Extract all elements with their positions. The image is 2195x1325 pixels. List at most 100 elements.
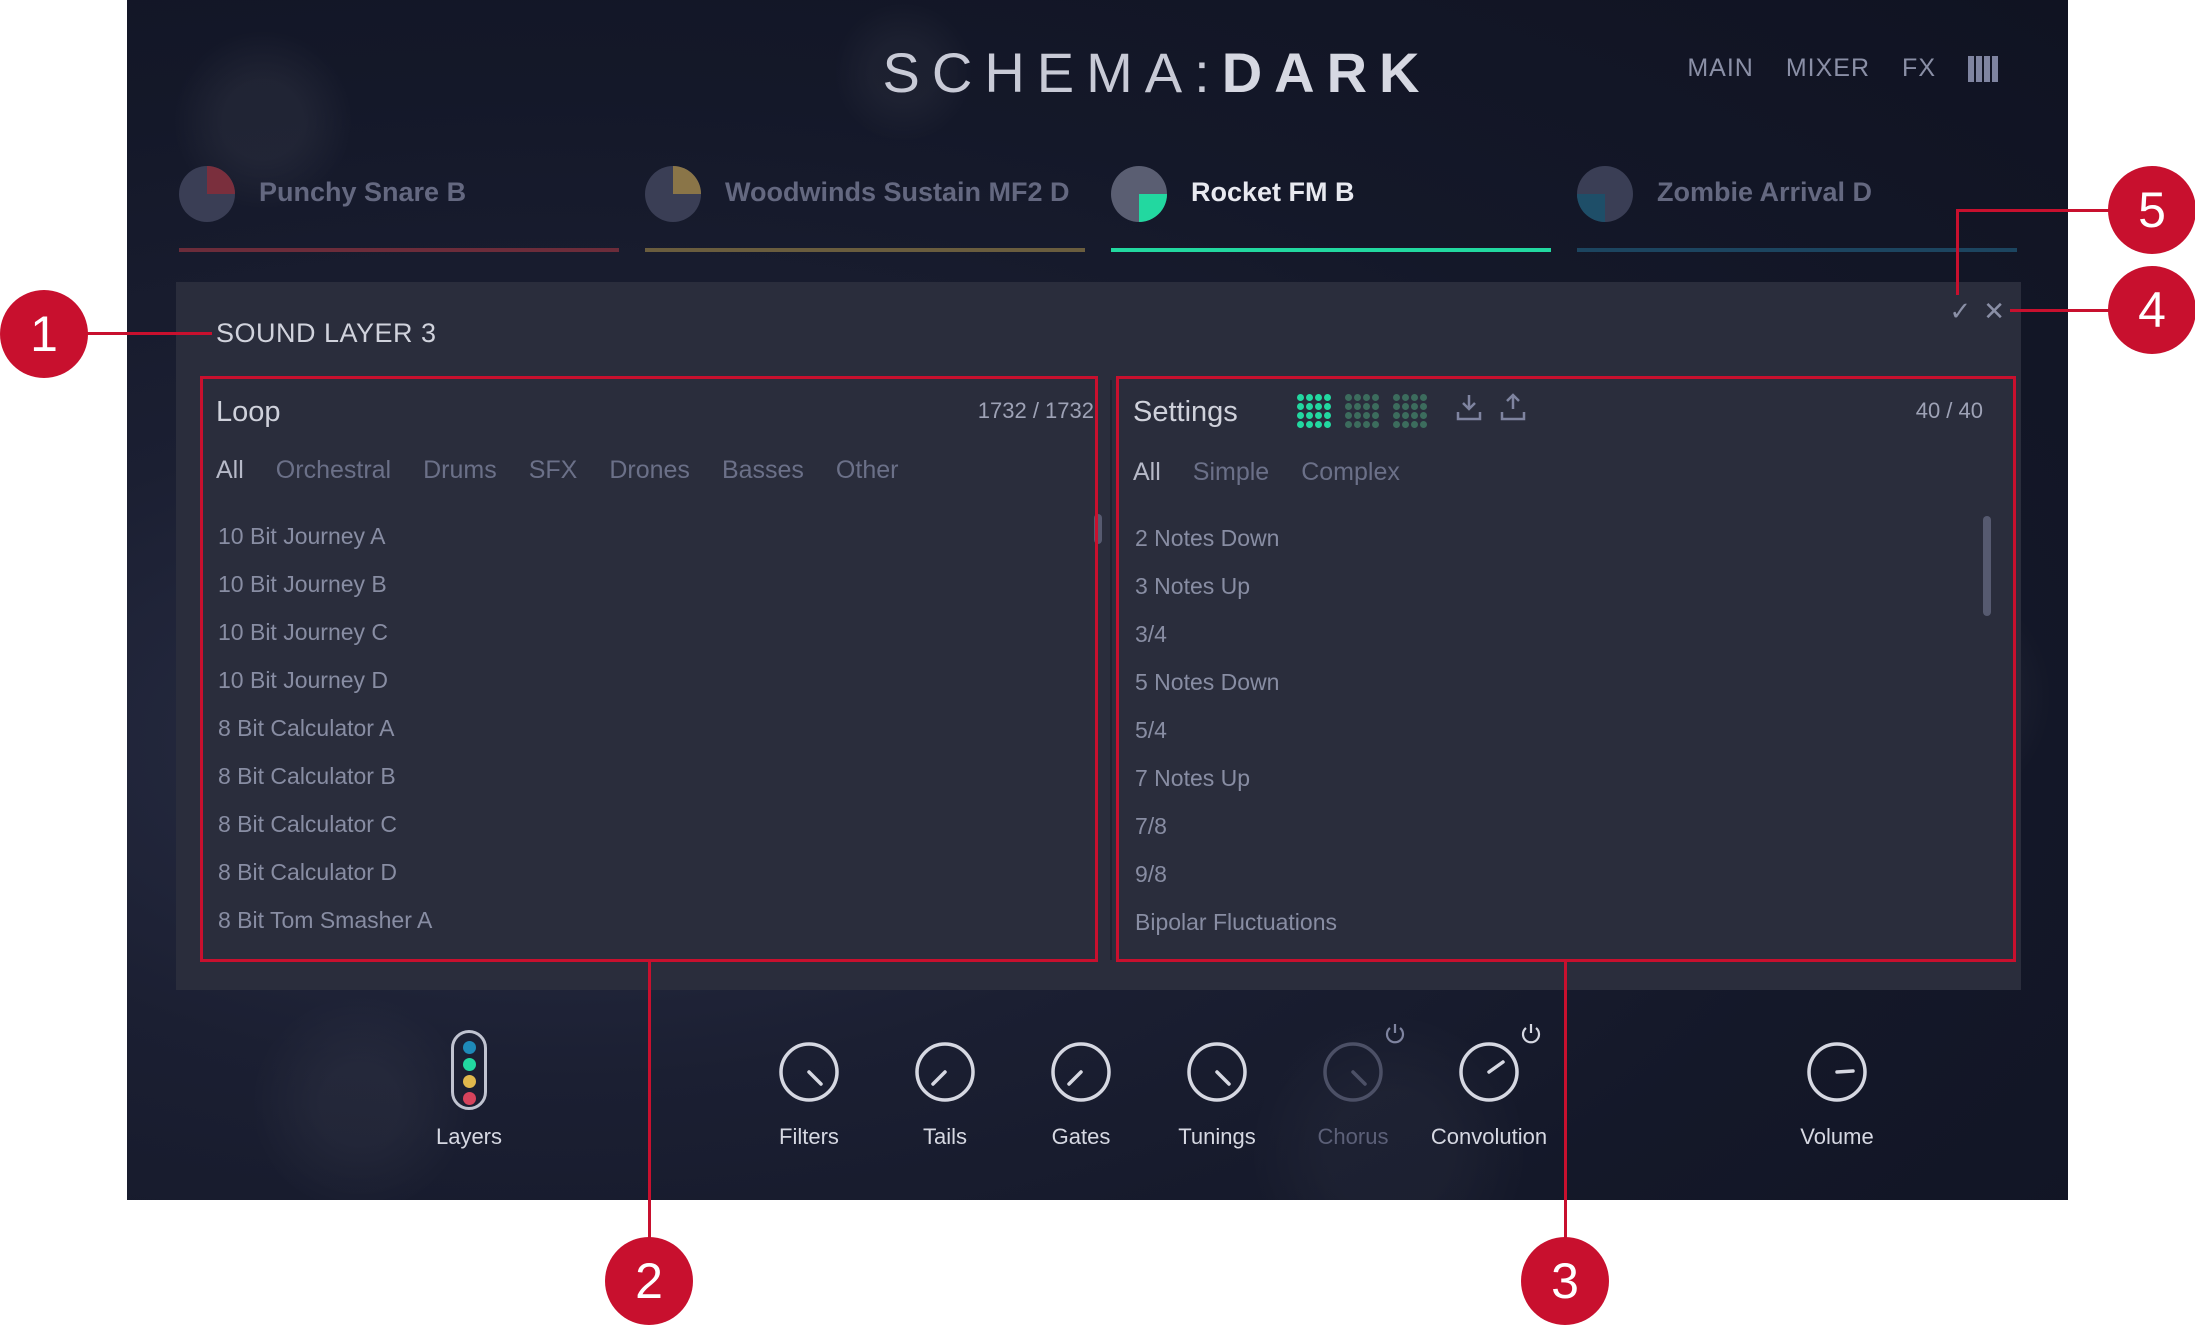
sound-layer-tabs: Punchy Snare B Woodwinds Sustain MF2 D R… bbox=[179, 160, 2017, 252]
callout-5-leader-vertical bbox=[1956, 209, 1959, 295]
grid-view-large-icon[interactable] bbox=[1297, 394, 1331, 428]
piano-icon[interactable] bbox=[1968, 55, 1998, 82]
sound-layer-panel: SOUND LAYER 3 ✓ ✕ Loop 1732 / 1732 All O… bbox=[176, 282, 2021, 990]
tab-label: Rocket FM B bbox=[1191, 177, 1355, 207]
filter-sfx[interactable]: SFX bbox=[529, 456, 578, 485]
tab-underline bbox=[1577, 248, 2017, 252]
layers-button[interactable]: Layers bbox=[401, 1020, 537, 1170]
import-export-icons bbox=[1455, 392, 1527, 422]
layer-indicator-icon bbox=[645, 166, 701, 222]
filter-drones[interactable]: Drones bbox=[609, 456, 690, 485]
layers-label: Layers bbox=[435, 1124, 503, 1149]
grid-view-small-icon[interactable] bbox=[1393, 394, 1427, 428]
tab-layer-1[interactable]: Punchy Snare B bbox=[179, 160, 619, 252]
tails-label: Tails bbox=[922, 1124, 967, 1149]
settings-list: 2 Notes Down 3 Notes Up 3/4 5 Notes Down… bbox=[1135, 514, 1969, 946]
settings-scrollbar[interactable] bbox=[1983, 516, 1991, 616]
callout-3-leader bbox=[1564, 962, 1567, 1240]
top-navigation: MAIN MIXER FX bbox=[1687, 54, 1998, 83]
convolution-label: Convolution bbox=[1430, 1124, 1548, 1149]
tab-underline bbox=[179, 248, 619, 252]
volume-knob-icon bbox=[1807, 1042, 1867, 1102]
filter-complex[interactable]: Complex bbox=[1301, 458, 1400, 487]
tunings-knob[interactable]: Tunings bbox=[1149, 1020, 1285, 1170]
filters-knob[interactable]: Filters bbox=[741, 1020, 877, 1170]
list-item[interactable]: 8 Bit Tom Smasher A bbox=[218, 896, 1080, 944]
filter-all[interactable]: All bbox=[216, 456, 244, 485]
convolution-knob[interactable]: Convolution bbox=[1421, 1020, 1557, 1170]
convolution-power-icon[interactable] bbox=[1519, 1022, 1543, 1046]
callout-5: 5 bbox=[2108, 166, 2195, 254]
layer-indicator-icon bbox=[1111, 166, 1167, 222]
tails-knob[interactable]: Tails bbox=[877, 1020, 1013, 1170]
nav-mixer[interactable]: MIXER bbox=[1786, 54, 1870, 83]
list-item[interactable]: 8 Bit Calculator B bbox=[218, 752, 1080, 800]
callout-2: 2 bbox=[605, 1237, 693, 1325]
list-item[interactable]: 7 Notes Up bbox=[1135, 754, 1969, 802]
tunings-label: Tunings bbox=[1178, 1124, 1256, 1149]
list-item[interactable]: 5 Notes Down bbox=[1135, 658, 1969, 706]
loop-scrollbar[interactable] bbox=[1094, 514, 1102, 544]
nav-fx[interactable]: FX bbox=[1902, 54, 1936, 83]
close-icon[interactable]: ✕ bbox=[1983, 296, 2005, 327]
tab-layer-2[interactable]: Woodwinds Sustain MF2 D bbox=[645, 160, 1085, 252]
settings-count: 40 / 40 bbox=[1915, 398, 1983, 423]
chorus-knob[interactable]: Chorus bbox=[1285, 1020, 1421, 1170]
view-mode-icons bbox=[1297, 394, 1427, 428]
loop-browser-title: Loop bbox=[216, 396, 281, 428]
loop-filters: All Orchestral Drums SFX Drones Basses O… bbox=[216, 456, 898, 485]
list-item[interactable]: 8 Bit Calculator D bbox=[218, 848, 1080, 896]
volume-label: Volume bbox=[1800, 1124, 1874, 1149]
loop-browser: Loop 1732 / 1732 All Orchestral Drums SF… bbox=[202, 380, 1110, 960]
app-window: SCHEMA:DARK MAIN MIXER FX Punchy Snare B… bbox=[127, 0, 2068, 1200]
chorus-label: Chorus bbox=[1317, 1124, 1389, 1149]
chorus-knob-icon bbox=[1323, 1042, 1383, 1102]
settings-browser-title: Settings bbox=[1133, 396, 1238, 428]
chorus-power-icon[interactable] bbox=[1383, 1022, 1407, 1046]
filters-label: Filters bbox=[779, 1124, 839, 1149]
layers-icon bbox=[451, 1030, 487, 1110]
callout-5-leader bbox=[1956, 209, 2120, 212]
callout-4-leader bbox=[2010, 309, 2120, 312]
list-item[interactable]: 5/4 bbox=[1135, 706, 1969, 754]
nav-main[interactable]: MAIN bbox=[1687, 54, 1754, 83]
list-item[interactable]: 8 Bit Calculator C bbox=[218, 800, 1080, 848]
list-item[interactable]: 10 Bit Journey B bbox=[218, 560, 1080, 608]
list-item[interactable]: 9/8 bbox=[1135, 850, 1969, 898]
tunings-knob-icon bbox=[1187, 1042, 1247, 1102]
settings-filters: All Simple Complex bbox=[1133, 458, 1400, 487]
tails-knob-icon bbox=[915, 1042, 975, 1102]
browser-divider bbox=[1110, 380, 1112, 960]
callout-3: 3 bbox=[1521, 1237, 1609, 1325]
export-icon[interactable] bbox=[1499, 392, 1527, 422]
list-item[interactable]: 10 Bit Journey D bbox=[218, 656, 1080, 704]
volume-knob[interactable]: Volume bbox=[1769, 1020, 1905, 1170]
callout-2-leader bbox=[648, 962, 651, 1240]
list-item[interactable]: 3 Notes Up bbox=[1135, 562, 1969, 610]
logo-light-text: SCHEMA: bbox=[882, 41, 1222, 104]
list-item[interactable]: 8 Bit Calculator A bbox=[218, 704, 1080, 752]
tab-layer-4[interactable]: Zombie Arrival D bbox=[1577, 160, 2017, 252]
list-item[interactable]: 10 Bit Journey C bbox=[218, 608, 1080, 656]
grid-view-medium-icon[interactable] bbox=[1345, 394, 1379, 428]
filter-simple[interactable]: Simple bbox=[1193, 458, 1269, 487]
callout-4: 4 bbox=[2108, 266, 2195, 354]
convolution-knob-icon bbox=[1459, 1042, 1519, 1102]
list-item[interactable]: Bipolar Fluctuations bbox=[1135, 898, 1969, 946]
tab-layer-3[interactable]: Rocket FM B bbox=[1111, 160, 1551, 252]
gates-knob[interactable]: Gates bbox=[1013, 1020, 1149, 1170]
filter-other[interactable]: Other bbox=[836, 456, 899, 485]
import-icon[interactable] bbox=[1455, 392, 1483, 422]
filter-orchestral[interactable]: Orchestral bbox=[276, 456, 391, 485]
filter-drums[interactable]: Drums bbox=[423, 456, 497, 485]
filter-all[interactable]: All bbox=[1133, 458, 1161, 487]
list-item[interactable]: 7/8 bbox=[1135, 802, 1969, 850]
loop-count: 1732 / 1732 bbox=[977, 398, 1094, 423]
settings-browser: Settings 40 / 40 All Simple Complex 2 No… bbox=[1119, 380, 1999, 960]
list-item[interactable]: 10 Bit Journey A bbox=[218, 512, 1080, 560]
callout-1-leader bbox=[85, 332, 212, 335]
checkmark-icon[interactable]: ✓ bbox=[1949, 296, 1971, 327]
list-item[interactable]: 3/4 bbox=[1135, 610, 1969, 658]
list-item[interactable]: 2 Notes Down bbox=[1135, 514, 1969, 562]
filter-basses[interactable]: Basses bbox=[722, 456, 804, 485]
